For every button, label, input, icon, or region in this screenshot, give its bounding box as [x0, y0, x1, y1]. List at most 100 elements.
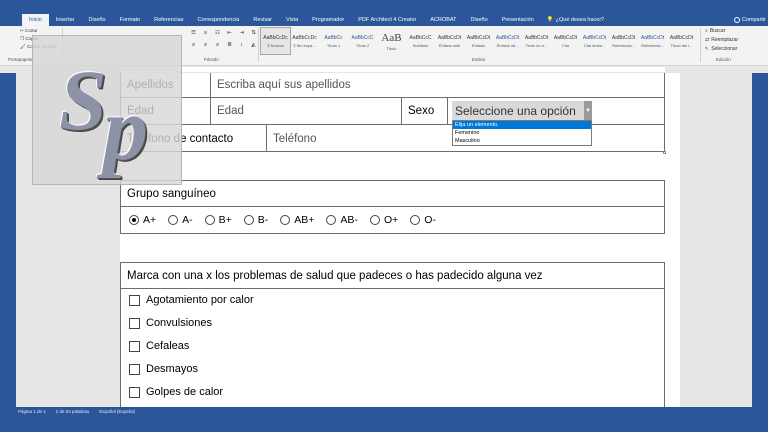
tab-programador[interactable]: Programador — [305, 14, 351, 26]
radio-b-plus[interactable]: B+ — [204, 214, 232, 226]
style-sample: AaBbCcDt — [611, 34, 636, 41]
style-titulo-libro[interactable]: AaBbCcDt Título del l... — [667, 28, 696, 54]
style-referencia-intensa[interactable]: AaBbCcDt Referencia... — [638, 28, 667, 54]
line-spacing-icon[interactable]: ↕ — [238, 42, 245, 48]
cut-button[interactable]: ✂ Cortar — [20, 28, 38, 34]
apellidos-field[interactable]: Escriba aquí sus apellidos — [211, 73, 664, 97]
brush-icon: 🖌 — [20, 44, 26, 49]
tab-vista[interactable]: Vista — [279, 14, 305, 26]
align-left-icon[interactable]: ≡ — [190, 42, 197, 48]
tell-me-search[interactable]: 💡 ¿Qué desea hacer? — [547, 17, 604, 23]
page-count[interactable]: Página 1 de 1 — [18, 409, 46, 414]
style-sample: AaBbCcDt — [466, 34, 491, 41]
replace-button[interactable]: ⇄ Reemplazar — [705, 37, 738, 43]
document-page[interactable]: Apellidos Escriba aquí sus apellidos Eda… — [120, 73, 680, 407]
blood-group-options: A+ A- B+ B- AB+ AB- O+ O- — [129, 214, 436, 226]
style-name: Cita desta... — [583, 42, 606, 48]
table-resize-handle[interactable] — [663, 151, 666, 154]
style-referencia-sutil[interactable]: AaBbCcDt Referencia... — [609, 28, 638, 54]
style-sample: AaBbCcC — [409, 34, 432, 41]
style-name: Énfasis — [471, 42, 486, 48]
radio-ab-plus[interactable]: AB+ — [280, 214, 314, 226]
tab-acrobat[interactable]: ACROBAT — [423, 14, 463, 26]
dropdown-option[interactable]: Elija un elemento. — [453, 121, 591, 129]
styles-gallery: AaBbCcDc ¶ Normal AaBbCcDc ¶ Sin espa... A… — [260, 27, 696, 55]
copy-icon: ❐ — [20, 36, 25, 41]
paragraph-group-label: Párrafo — [204, 57, 219, 62]
style-name: Título — [386, 45, 397, 51]
radio-a-plus[interactable]: A+ — [129, 214, 156, 226]
share-button[interactable]: Compartir — [733, 14, 766, 26]
justify-icon[interactable]: ≣ — [226, 42, 233, 48]
radio-b-minus[interactable]: B- — [243, 214, 268, 226]
style-sample: AaBbCcC — [351, 34, 374, 41]
checkbox-desmayos[interactable]: Desmayos — [129, 363, 198, 375]
chevron-down-icon[interactable]: ▼ — [584, 101, 592, 120]
person-icon — [733, 17, 740, 23]
shading-icon[interactable]: ◭ — [250, 42, 257, 48]
tab-revisar[interactable]: Revisar — [246, 14, 279, 26]
checkbox-icon — [129, 317, 140, 329]
checkbox-golpes-calor[interactable]: Golpes de calor — [129, 386, 223, 398]
align-right-icon[interactable]: ≡ — [214, 42, 221, 48]
style-cita[interactable]: AaBbCcDt Cita — [551, 28, 580, 54]
style-enfasis[interactable]: AaBbCcDt Énfasis — [464, 28, 493, 54]
tab-formato[interactable]: Formato — [113, 14, 147, 26]
radio-o-minus[interactable]: O- — [410, 214, 436, 226]
edad-field[interactable]: Edad — [211, 98, 402, 124]
dropdown-option[interactable]: Masculino — [453, 137, 591, 145]
cursor-icon: ↖ — [705, 46, 710, 52]
radio-o-plus[interactable]: O+ — [369, 214, 398, 226]
style-subtitulo[interactable]: AaBbCcC Subtítulo — [406, 28, 435, 54]
word-count[interactable]: 2 de 63 palabras — [56, 409, 90, 414]
style-texto-negrita[interactable]: AaBbCcDt Texto en n... — [522, 28, 551, 54]
style-name: Título 1 — [326, 42, 341, 48]
checkbox-label: Cefaleas — [146, 340, 190, 352]
style-normal[interactable]: AaBbCcDc ¶ Normal — [260, 27, 291, 55]
tab-diseno[interactable]: Diseño — [82, 14, 113, 26]
tab-referencias[interactable]: Referencias — [147, 14, 190, 26]
find-button[interactable]: ⌕ Buscar — [705, 28, 725, 34]
tab-presentacion[interactable]: Presentación — [495, 14, 541, 26]
tab-pdf-architect[interactable]: PDF Architect 4 Creator — [351, 14, 423, 26]
replace-label: Reemplazar — [711, 37, 739, 43]
radio-a-minus[interactable]: A- — [168, 214, 193, 226]
sexo-select[interactable]: Seleccione una opción ▼ — [452, 101, 592, 120]
align-center-icon[interactable]: ≡ — [202, 42, 209, 48]
style-sample: AaBbCcDc — [292, 34, 317, 41]
style-sample: AaBbCcDt — [524, 34, 549, 41]
style-titulo-2[interactable]: AaBbCcC Título 2 — [348, 28, 377, 54]
share-label: Compartir — [741, 17, 766, 23]
style-enfasis-intenso[interactable]: AaBbCcDt Énfasis int... — [493, 28, 522, 54]
multilevel-icon[interactable]: ☷ — [214, 30, 221, 36]
style-titulo[interactable]: AaB Título — [377, 28, 406, 54]
logo-letter-s: S — [59, 52, 107, 148]
sort-icon[interactable]: ⇅ — [250, 30, 257, 36]
checkbox-agotamiento[interactable]: Agotamiento por calor — [129, 294, 254, 306]
bullets-icon[interactable]: ☰ — [190, 30, 197, 36]
radio-icon — [243, 215, 254, 225]
tab-correspondencia[interactable]: Correspondencia — [190, 14, 246, 26]
radio-ab-minus[interactable]: AB- — [326, 214, 358, 226]
sexo-selected-value: Seleccione una opción — [455, 103, 576, 118]
style-titulo-1[interactable]: AaBbCc Título 1 — [319, 28, 348, 54]
radio-label: AB- — [340, 214, 358, 226]
tab-diseno-tabla[interactable]: Diseño — [464, 14, 495, 26]
style-cita-destacada[interactable]: AaBbCcDt Cita desta... — [580, 28, 609, 54]
increase-indent-icon[interactable]: ⇥ — [238, 30, 245, 36]
style-sin-espaciado[interactable]: AaBbCcDc ¶ Sin espa... — [290, 28, 319, 54]
style-sample: AaBbCcDt — [669, 34, 694, 41]
checkbox-label: Agotamiento por calor — [146, 294, 254, 306]
numbering-icon[interactable]: ≡ — [202, 30, 209, 36]
dropdown-option[interactable]: Femenino — [453, 129, 591, 137]
select-button[interactable]: ↖ Seleccionar — [705, 46, 737, 52]
style-enfasis-sutil[interactable]: AaBbCcDt Énfasis sutil — [435, 28, 464, 54]
health-problems-table: Marca con una x los problemas de salud q… — [120, 262, 665, 407]
tab-insertar[interactable]: Insertar — [49, 14, 82, 26]
language-indicator[interactable]: Español (España) — [99, 409, 135, 414]
tab-inicio[interactable]: Inicio — [22, 14, 49, 26]
checkbox-convulsiones[interactable]: Convulsiones — [129, 317, 212, 329]
decrease-indent-icon[interactable]: ⇤ — [226, 30, 233, 36]
checkbox-cefaleas[interactable]: Cefaleas — [129, 340, 189, 352]
checkbox-label: Convulsiones — [146, 317, 213, 329]
